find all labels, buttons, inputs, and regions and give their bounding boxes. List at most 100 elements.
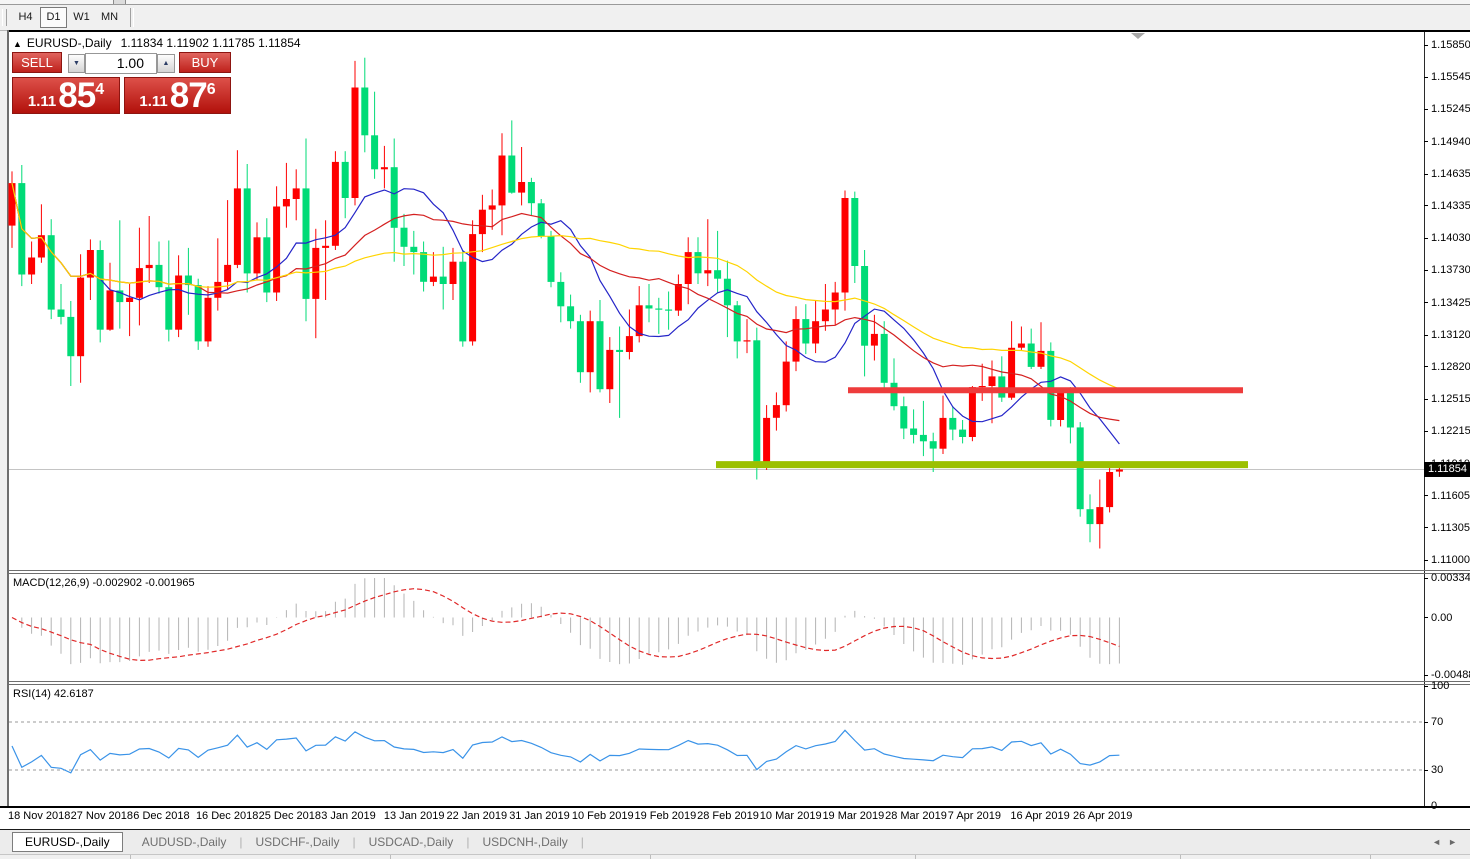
price-axis[interactable]: 1.15850 1.15545 1.15245 1.14940 1.14635 1.143… (1424, 0, 1470, 806)
price-axis-label: 1.13425 (1431, 297, 1470, 309)
top-toolbar-button-fragment (113, 0, 126, 4)
one-click-trading-panel: SELL ▼ 1.00 ▲ BUY 1.11854 1.11876 (12, 52, 231, 114)
toolbar-grip[interactable] (2, 9, 7, 26)
tab-audusd-daily[interactable]: AUDUSD-,Daily (129, 830, 240, 854)
timeframe-buttons: H4D1W1MN (12, 7, 124, 28)
date-axis-label: 6 Dec 2018 (133, 810, 189, 822)
axis-tick (1424, 722, 1428, 723)
price-axis-label: 1.14635 (1431, 168, 1470, 180)
price-axis-label: 1.11605 (1431, 490, 1470, 502)
price-axis-label: 1.15245 (1431, 103, 1470, 115)
price-axis-label: 1.15850 (1431, 39, 1470, 51)
status-bar-divider (650, 855, 651, 859)
price-axis-label: 1.13120 (1431, 329, 1470, 341)
date-axis: 18 Nov 201827 Nov 20186 Dec 2018 16 Dec 2… (0, 810, 1470, 826)
axis-tick (1424, 770, 1428, 771)
timeframe-toolbar: H4D1W1MN (0, 5, 1470, 31)
chevron-down-icon: ▼ (73, 60, 80, 67)
timeframe-button-d1[interactable]: D1 (40, 7, 67, 28)
axis-tick (1424, 270, 1428, 271)
rsi-axis-label: 70 (1431, 716, 1443, 728)
chart-ohlc-values: 1.11834 1.11902 1.11785 1.11854 (121, 36, 301, 50)
sell-button[interactable]: SELL (12, 52, 62, 73)
date-axis-label: 26 Apr 2019 (1073, 810, 1132, 822)
axis-tick (1424, 302, 1428, 303)
timeframe-button-mn[interactable]: MN (96, 7, 123, 28)
chart-tab-bar: EURUSD-,DailyAUDUSD-,Daily|USDCHF-,Daily… (0, 830, 1470, 854)
axis-tick (1424, 109, 1428, 110)
price-axis-label: 1.14335 (1431, 200, 1470, 212)
price-axis-label: 1.12820 (1431, 361, 1470, 373)
status-bar-divider (915, 855, 916, 859)
axis-tick (1424, 335, 1428, 336)
rsi-panel-splitter-inner (8, 684, 1470, 685)
price-axis-label: 1.15545 (1431, 71, 1470, 83)
volume-decrease-button[interactable]: ▼ (68, 54, 85, 73)
tab-scroll-right-icon[interactable]: ► (1448, 837, 1464, 847)
date-axis-label: 31 Jan 2019 (509, 810, 570, 822)
tab-scroll-controls: ◄► (1432, 837, 1464, 847)
price-axis-label: 1.14940 (1431, 136, 1470, 148)
buy-price-big: 87 (170, 76, 207, 116)
tab-usdcnh-daily[interactable]: USDCNH-,Daily (469, 830, 580, 854)
mt4-window: H4D1W1MN ▲ EURUSD-,Daily 1.11834 1.11902 1… (0, 0, 1470, 859)
buy-price-pip: 6 (207, 81, 216, 99)
timeframe-button-w1[interactable]: W1 (68, 7, 95, 28)
chart-shift-marker-icon[interactable] (1131, 33, 1145, 39)
price-axis-label: 1.12215 (1431, 425, 1470, 437)
axis-tick (1424, 686, 1428, 687)
date-axis-label: 19 Mar 2019 (822, 810, 884, 822)
axis-tick (1424, 141, 1428, 142)
date-axis-label: 7 Apr 2019 (948, 810, 1001, 822)
rsi-panel-splitter[interactable] (8, 681, 1470, 682)
macd-panel-splitter-inner (8, 573, 1470, 574)
timeframe-button-h4[interactable]: H4 (12, 7, 39, 28)
current-price-tag-value: 1.11854 (1428, 463, 1467, 475)
volume-input[interactable]: 1.00 (85, 53, 157, 74)
status-bar-edge (0, 854, 1470, 859)
date-axis-label: 10 Mar 2019 (760, 810, 822, 822)
date-axis-label: 16 Dec 2018 (196, 810, 258, 822)
tab-scroll-left-icon[interactable]: ◄ (1432, 837, 1448, 847)
rsi-axis-label: 30 (1431, 764, 1443, 776)
axis-tick (1424, 675, 1428, 676)
status-bar-divider (1180, 855, 1181, 859)
price-axis-label: 1.11305 (1431, 522, 1470, 534)
sell-price-prefix: 1.11 (28, 93, 56, 110)
macd-axis-label: 0.00 (1431, 612, 1452, 624)
date-axis-label: 10 Feb 2019 (572, 810, 634, 822)
buy-price-button[interactable]: 1.11876 (124, 77, 231, 114)
sell-price-pip: 4 (95, 81, 104, 99)
rsi-indicator-label: RSI(14) 42.6187 (13, 688, 94, 700)
axis-tick (1424, 238, 1428, 239)
current-price-tag: 1.11854 (1424, 462, 1470, 477)
date-axis-label: 25 Dec 2018 (259, 810, 321, 822)
toolbar-separator (130, 8, 134, 27)
date-axis-label: 27 Nov 2018 (71, 810, 133, 822)
axis-tick (1424, 560, 1428, 561)
sell-price-big: 85 (58, 76, 95, 116)
axis-tick (1424, 174, 1428, 175)
collapse-triangle-icon[interactable]: ▲ (13, 39, 22, 49)
buy-price-prefix: 1.11 (139, 93, 167, 110)
date-axis-label: 28 Feb 2019 (697, 810, 759, 822)
date-axis-label: 13 Jan 2019 (384, 810, 445, 822)
axis-tick (1424, 617, 1428, 618)
sell-price-button[interactable]: 1.11854 (12, 77, 120, 114)
tab-usdchf-daily[interactable]: USDCHF-,Daily (243, 830, 353, 854)
price-axis-label: 1.13730 (1431, 264, 1470, 276)
chart-canvas[interactable] (8, 30, 1470, 806)
date-axis-label: 3 Jan 2019 (321, 810, 375, 822)
tab-eurusd-daily[interactable]: EURUSD-,Daily (12, 832, 123, 852)
price-axis-label: 1.14030 (1431, 232, 1470, 244)
axis-tick (1424, 431, 1428, 432)
macd-panel-splitter[interactable] (8, 570, 1470, 571)
axis-tick (1424, 77, 1428, 78)
date-axis-label: 18 Nov 2018 (8, 810, 70, 822)
date-axis-label: 22 Jan 2019 (447, 810, 508, 822)
buy-button[interactable]: BUY (179, 52, 231, 73)
volume-increase-button[interactable]: ▲ (157, 54, 175, 73)
status-bar-divider (130, 855, 131, 859)
tab-usdcad-daily[interactable]: USDCAD-,Daily (356, 830, 467, 854)
chevron-up-icon: ▲ (163, 60, 170, 67)
